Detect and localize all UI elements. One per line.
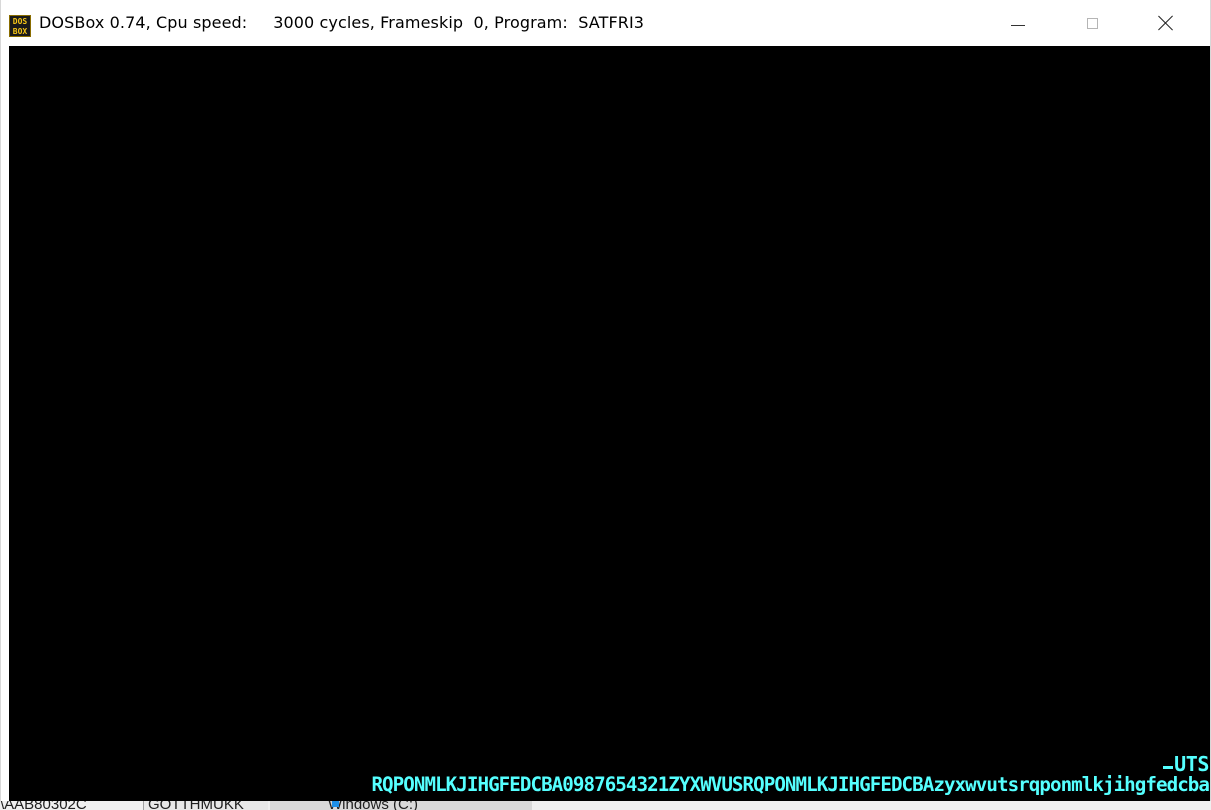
close-button[interactable] <box>1138 0 1194 46</box>
background-taskbar-strip: \AAB80302C GOTTHMUKK Windows (C:) <box>0 801 1211 810</box>
windows-logo-icon <box>332 801 339 807</box>
dosbox-icon-text-top: DOS <box>12 17 28 26</box>
background-window-item[interactable]: GOTTHMUKK <box>143 801 268 810</box>
maximize-button[interactable] <box>1064 0 1120 46</box>
background-window-label: Windows (C:) <box>328 801 419 810</box>
window-title: DOSBox 0.74, Cpu speed: 3000 cycles, Fra… <box>39 13 645 32</box>
minimize-icon <box>1011 24 1025 26</box>
dos-console-screen[interactable]: UTS RQPONMLKJIHGFEDCBA0987654321ZYXWVUSR… <box>9 46 1210 801</box>
dosbox-icon[interactable]: DOS BOX <box>9 15 31 37</box>
dosbox-window: DOS BOX DOSBox 0.74, Cpu speed: 3000 cyc… <box>0 0 1211 810</box>
maximize-icon <box>1086 17 1098 29</box>
minimize-button[interactable] <box>990 0 1046 46</box>
background-window-item[interactable]: \AAB80302C <box>0 801 87 810</box>
close-icon <box>1158 15 1174 31</box>
console-text-line-2: RQPONMLKJIHGFEDCBA0987654321ZYXWVUSRQPON… <box>371 773 1209 796</box>
dosbox-icon-text-bottom: BOX <box>12 27 28 36</box>
text-cursor <box>1163 766 1174 769</box>
title-bar[interactable]: DOS BOX DOSBox 0.74, Cpu speed: 3000 cyc… <box>1 0 1210 46</box>
background-window-item[interactable]: Windows (C:) <box>270 801 532 810</box>
